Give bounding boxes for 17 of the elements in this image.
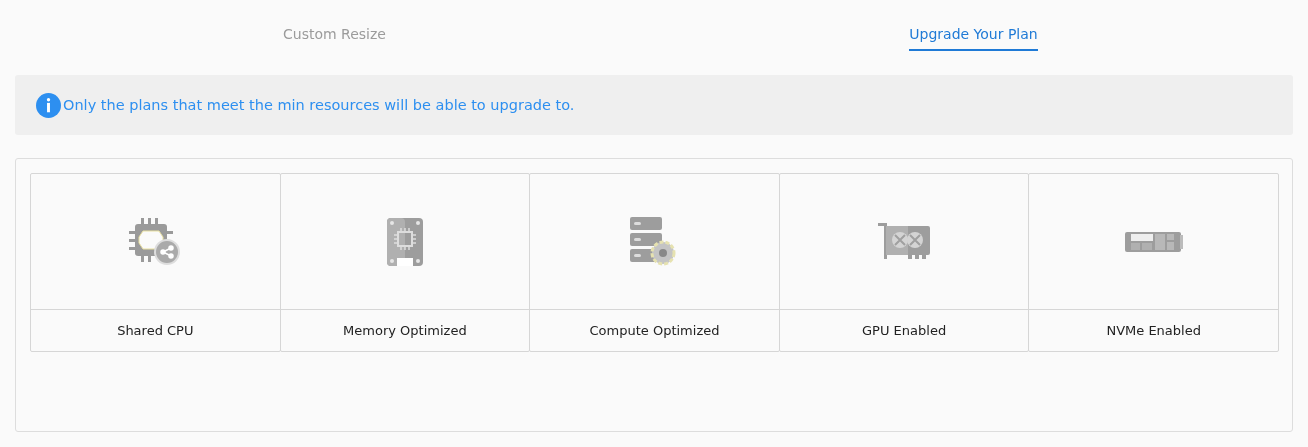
plan-label: GPU Enabled xyxy=(862,323,947,338)
plan-card[interactable]: GPU Enabled xyxy=(778,173,1030,352)
chip-share-icon xyxy=(129,217,182,266)
info-icon xyxy=(36,92,61,118)
plan-card[interactable]: Compute Optimized xyxy=(529,173,780,352)
plan-card[interactable]: NVMe Enabled xyxy=(1028,173,1279,352)
plan-label: Memory Optimized xyxy=(343,323,467,338)
plan-card[interactable]: Shared CPU xyxy=(30,173,281,352)
tab[interactable]: Upgrade Your Plan xyxy=(909,26,1038,51)
plan-label: Shared CPU xyxy=(117,323,194,338)
notice-text: Only the plans that meet the min resources will be able to upgrade to. xyxy=(63,97,575,113)
graphics-card-icon xyxy=(878,222,931,261)
plan-label: NVMe Enabled xyxy=(1106,323,1201,338)
ssd-drive-icon xyxy=(1124,231,1183,252)
memory-module-icon xyxy=(386,217,423,266)
plan-label: Compute Optimized xyxy=(589,323,720,338)
plan-card[interactable]: Memory Optimized xyxy=(279,173,531,352)
